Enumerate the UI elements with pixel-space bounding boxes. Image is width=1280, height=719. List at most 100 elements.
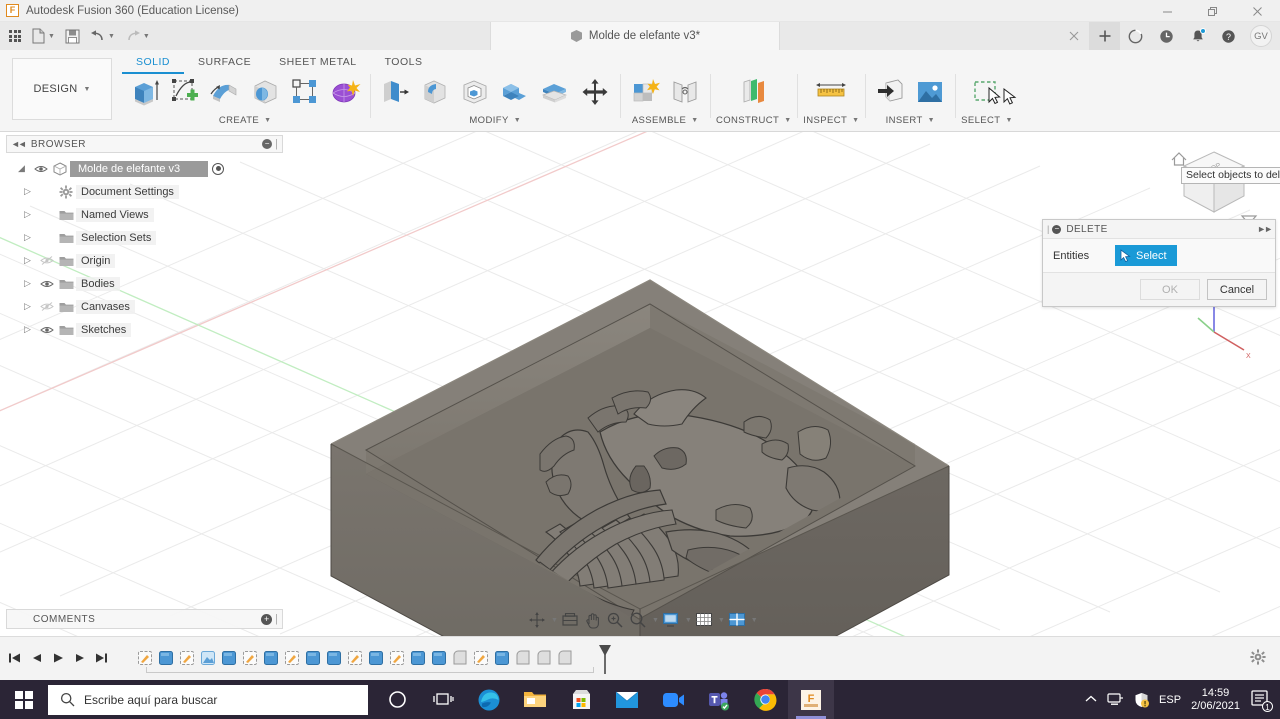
taskbar-search[interactable]: Escribe aquí para buscar [48,684,368,715]
start-button[interactable] [0,680,48,719]
chevron-down-icon[interactable]: ▼ [264,117,271,124]
security-shield-icon[interactable] [1134,692,1150,708]
document-tab[interactable]: Molde de elefante v3* [490,22,780,50]
taskbar-file-explorer[interactable] [512,680,558,719]
workspace-switcher[interactable]: DESIGN ▼ [12,58,112,120]
pattern-tool[interactable] [286,72,324,112]
dialog-expand-icon[interactable]: ►► [1257,224,1273,234]
save-icon[interactable] [61,24,84,48]
close-tab-icon[interactable] [1058,22,1089,50]
avatar[interactable]: GV [1250,25,1272,47]
ok-button[interactable]: OK [1140,279,1200,300]
chevron-down-icon[interactable]: ▼ [514,117,521,124]
tab-solid[interactable]: SOLID [122,54,185,74]
close-icon[interactable] [1235,0,1280,22]
browser-item-document-settings[interactable]: ▷ Document Settings [6,180,283,203]
loft-tool[interactable] [206,72,244,112]
taskbar-cortana[interactable] [374,680,420,719]
fillet-tool[interactable] [416,72,454,112]
create-form-tool[interactable] [326,72,364,112]
taskbar-zoom[interactable] [650,680,696,719]
viewports-tool[interactable] [726,608,748,632]
chevron-down-icon[interactable]: ▼ [784,117,791,124]
chevron-down-icon[interactable]: ▼ [48,33,55,40]
tab-sheet-metal[interactable]: SHEET METAL [265,54,370,74]
timeline-settings-icon[interactable] [1250,649,1266,668]
taskbar-chrome[interactable] [742,680,788,719]
expand-arrow-icon[interactable]: ▷ [24,278,38,289]
chevron-down-icon[interactable]: ▼ [652,617,659,624]
chevron-down-icon[interactable]: ▼ [691,117,698,124]
app-grid-icon[interactable] [5,24,25,48]
orbit-tool[interactable] [526,608,548,632]
zoom-tool[interactable] [604,608,626,632]
chevron-down-icon[interactable]: ▼ [928,117,935,124]
chevron-down-icon[interactable]: ▼ [718,617,725,624]
network-icon[interactable] [1107,692,1124,707]
browser-item-origin[interactable]: ▷ Origin [6,249,283,272]
recent-activity-icon[interactable] [1151,22,1182,50]
browser-item-selection-sets[interactable]: ▷ Selection Sets [6,226,283,249]
dialog-header[interactable]: | − DELETE ►► [1043,220,1275,239]
notifications-bell-icon[interactable] [1182,22,1213,50]
browser-item-named-views[interactable]: ▷ Named Views [6,203,283,226]
comments-resize-handle[interactable]: | [275,613,278,625]
pan-tool[interactable] [582,608,603,632]
timeline-go-start-button[interactable] [6,647,22,669]
move-copy-tool[interactable] [576,72,614,112]
taskbar-mail[interactable] [604,680,650,719]
taskbar-task-view[interactable] [420,680,466,719]
create-sketch-tool[interactable] [166,72,204,112]
collapse-browser-icon[interactable]: ◄◄ [11,139,27,149]
expand-arrow-icon[interactable]: ▷ [24,324,38,335]
expand-arrow-icon[interactable]: ▷ [24,186,38,197]
eye-icon[interactable] [32,164,50,174]
chevron-down-icon[interactable]: ▼ [108,33,115,40]
taskbar-microsoft-store[interactable] [558,680,604,719]
chevron-down-icon[interactable]: ▼ [1005,117,1012,124]
help-icon[interactable]: ? [1213,22,1244,50]
chevron-down-icon[interactable]: ▼ [751,617,758,624]
expand-arrow-icon[interactable]: ▷ [24,232,38,243]
add-comment-icon[interactable]: + [261,613,273,625]
eye-icon[interactable] [38,279,56,289]
extrude-tool[interactable] [126,72,164,112]
shell-tool[interactable] [456,72,494,112]
timeline-marker[interactable] [598,644,612,677]
combine-tool[interactable] [496,72,534,112]
notification-center-icon[interactable]: 1 [1250,689,1273,712]
timeline-play-button[interactable] [50,647,66,669]
chevron-down-icon[interactable]: ▼ [852,117,859,124]
taskbar-teams[interactable] [696,680,742,719]
chevron-down-icon[interactable]: ▼ [685,617,692,624]
grid-snaps-tool[interactable] [693,608,715,632]
browser-item-bodies[interactable]: ▷ Bodies [6,272,283,295]
timeline-go-end-button[interactable] [94,647,110,669]
new-tab-icon[interactable] [1089,22,1120,50]
tray-expand-icon[interactable] [1085,695,1097,704]
taskbar-edge[interactable] [466,680,512,719]
select-entities-button[interactable]: Select [1115,245,1177,266]
cancel-button[interactable]: Cancel [1207,279,1267,300]
browser-root-node[interactable]: ◢ Molde de elefante v3 [6,157,283,180]
display-settings-tool[interactable] [660,608,682,632]
tab-surface[interactable]: SURFACE [184,54,265,74]
language-indicator[interactable]: ESP [1159,694,1181,706]
split-face-tool[interactable] [536,72,574,112]
browser-resize-handle[interactable]: | [275,138,278,150]
expand-arrow-icon[interactable]: ▷ [24,255,38,266]
revolve-tool[interactable] [246,72,284,112]
dialog-grip-icon[interactable]: | [1047,224,1049,234]
eye-hidden-icon[interactable] [38,255,56,266]
tab-tools[interactable]: TOOLS [371,54,437,74]
undo-icon[interactable]: ▼ [86,24,119,48]
chevron-down-icon[interactable]: ▼ [551,617,558,624]
browser-item-sketches[interactable]: ▷ Sketches [6,318,283,341]
clock[interactable]: 14:59 2/06/2021 [1191,687,1240,713]
fit-tool[interactable] [627,608,649,632]
offset-plane-tool[interactable] [735,72,773,112]
timeline-step-forward-button[interactable] [72,647,88,669]
activate-component-icon[interactable] [212,162,225,175]
minimize-icon[interactable] [1145,0,1190,22]
expand-arrow-icon[interactable]: ▷ [24,301,38,312]
